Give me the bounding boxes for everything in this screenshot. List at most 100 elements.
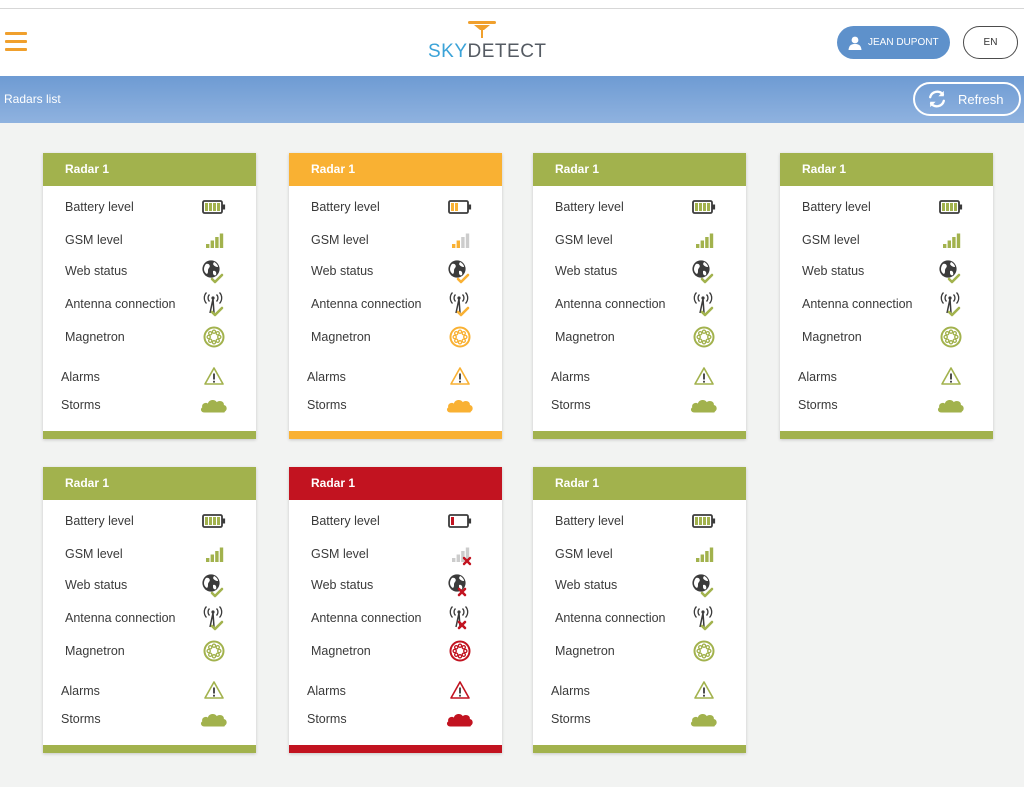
logo-text-sky: SKY [428, 41, 468, 62]
status-label-alarms: Alarms [61, 370, 100, 384]
radar-card-footer [533, 431, 746, 439]
status-row-storms: Storms [533, 392, 746, 418]
status-row-battery: Battery level [43, 508, 256, 534]
status-label-storms: Storms [61, 712, 101, 726]
refresh-button[interactable]: Refresh [913, 82, 1021, 116]
status-row-gsm: GSM level [289, 541, 502, 567]
status-label-storms: Storms [551, 398, 591, 412]
status-row-battery: Battery level [43, 194, 256, 220]
antenna-icon [198, 291, 230, 317]
user-account-button[interactable]: JEAN DUPONT [837, 26, 950, 59]
cloud-icon [198, 392, 230, 418]
radar-card-title: Radar 1 [43, 153, 256, 186]
magnetron-icon [198, 324, 230, 350]
status-label-alarms: Alarms [551, 370, 590, 384]
status-row-antenna: Antenna connection [533, 605, 746, 631]
hamburger-menu-icon[interactable] [5, 32, 27, 52]
radar-card[interactable]: Radar 1 Battery level GSM level Web stat… [289, 153, 502, 439]
status-label-storms: Storms [307, 712, 347, 726]
radar-card-footer [780, 431, 993, 439]
radar-card[interactable]: Radar 1 Battery level GSM level Web stat… [43, 467, 256, 753]
language-button[interactable]: EN [963, 26, 1018, 59]
status-label-alarms: Alarms [551, 684, 590, 698]
status-row-antenna: Antenna connection [533, 291, 746, 317]
status-row-web: Web status [43, 258, 256, 284]
status-row-storms: Storms [533, 706, 746, 732]
antenna-icon [688, 291, 720, 317]
status-row-battery: Battery level [289, 194, 502, 220]
status-row-alarms: Alarms [780, 364, 993, 390]
status-label-antenna: Antenna connection [555, 611, 666, 625]
status-row-alarms: Alarms [43, 678, 256, 704]
status-row-alarms: Alarms [533, 678, 746, 704]
page-title: Radars list [4, 92, 61, 106]
status-row-antenna: Antenna connection [289, 605, 502, 631]
top-border [0, 0, 1024, 9]
status-label-gsm: GSM level [311, 233, 369, 247]
battery-icon [444, 194, 476, 220]
status-row-gsm: GSM level [780, 227, 993, 253]
antenna-icon [935, 291, 967, 317]
status-row-gsm: GSM level [533, 541, 746, 567]
skydetect-logo: SKYDETECT [428, 21, 546, 65]
warning-triangle-icon [444, 678, 476, 704]
radar-card-footer [289, 745, 502, 753]
radar-card-title: Radar 1 [533, 467, 746, 500]
status-row-magnetron: Magnetron [289, 638, 502, 664]
status-label-web: Web status [311, 578, 374, 592]
status-row-magnetron: Magnetron [289, 324, 502, 350]
battery-icon [688, 194, 720, 220]
battery-icon [198, 508, 230, 534]
warning-triangle-icon [198, 678, 230, 704]
warning-triangle-icon [198, 364, 230, 390]
signal-bars-icon [688, 541, 720, 567]
magnetron-icon [198, 638, 230, 664]
status-row-alarms: Alarms [43, 364, 256, 390]
status-label-magnetron: Magnetron [311, 330, 371, 344]
status-label-battery: Battery level [802, 200, 871, 214]
radar-card[interactable]: Radar 1 Battery level GSM level Web stat… [533, 467, 746, 753]
status-label-magnetron: Magnetron [65, 644, 125, 658]
globe-icon [935, 258, 967, 284]
radar-card-title: Radar 1 [533, 153, 746, 186]
globe-icon [198, 258, 230, 284]
cloud-icon [444, 392, 476, 418]
status-row-alarms: Alarms [533, 364, 746, 390]
antenna-icon [198, 605, 230, 631]
signal-bars-icon [198, 227, 230, 253]
radar-card[interactable]: Radar 1 Battery level GSM level Web stat… [780, 153, 993, 439]
status-row-storms: Storms [43, 706, 256, 732]
radar-card[interactable]: Radar 1 Battery level GSM level Web stat… [289, 467, 502, 753]
status-row-gsm: GSM level [289, 227, 502, 253]
status-label-alarms: Alarms [307, 684, 346, 698]
battery-icon [444, 508, 476, 534]
status-label-battery: Battery level [65, 514, 134, 528]
status-label-antenna: Antenna connection [802, 297, 913, 311]
status-row-web: Web status [43, 572, 256, 598]
refresh-icon [929, 90, 945, 108]
antenna-icon [688, 605, 720, 631]
warning-triangle-icon [688, 678, 720, 704]
status-label-magnetron: Magnetron [555, 330, 615, 344]
status-label-magnetron: Magnetron [555, 644, 615, 658]
radar-card[interactable]: Radar 1 Battery level GSM level Web stat… [43, 153, 256, 439]
app-header: SKYDETECT JEAN DUPONT EN [0, 9, 1024, 76]
status-row-antenna: Antenna connection [289, 291, 502, 317]
status-label-gsm: GSM level [555, 233, 613, 247]
status-row-magnetron: Magnetron [780, 324, 993, 350]
status-label-alarms: Alarms [798, 370, 837, 384]
status-label-web: Web status [802, 264, 865, 278]
status-row-magnetron: Magnetron [43, 638, 256, 664]
status-row-web: Web status [289, 572, 502, 598]
logo-text-detect: DETECT [467, 41, 547, 62]
status-row-web: Web status [289, 258, 502, 284]
globe-icon [688, 572, 720, 598]
user-name: JEAN DUPONT [868, 37, 939, 48]
radar-card[interactable]: Radar 1 Battery level GSM level Web stat… [533, 153, 746, 439]
warning-triangle-icon [688, 364, 720, 390]
status-row-antenna: Antenna connection [43, 291, 256, 317]
status-row-antenna: Antenna connection [43, 605, 256, 631]
status-row-magnetron: Magnetron [533, 638, 746, 664]
status-row-battery: Battery level [780, 194, 993, 220]
status-row-web: Web status [780, 258, 993, 284]
